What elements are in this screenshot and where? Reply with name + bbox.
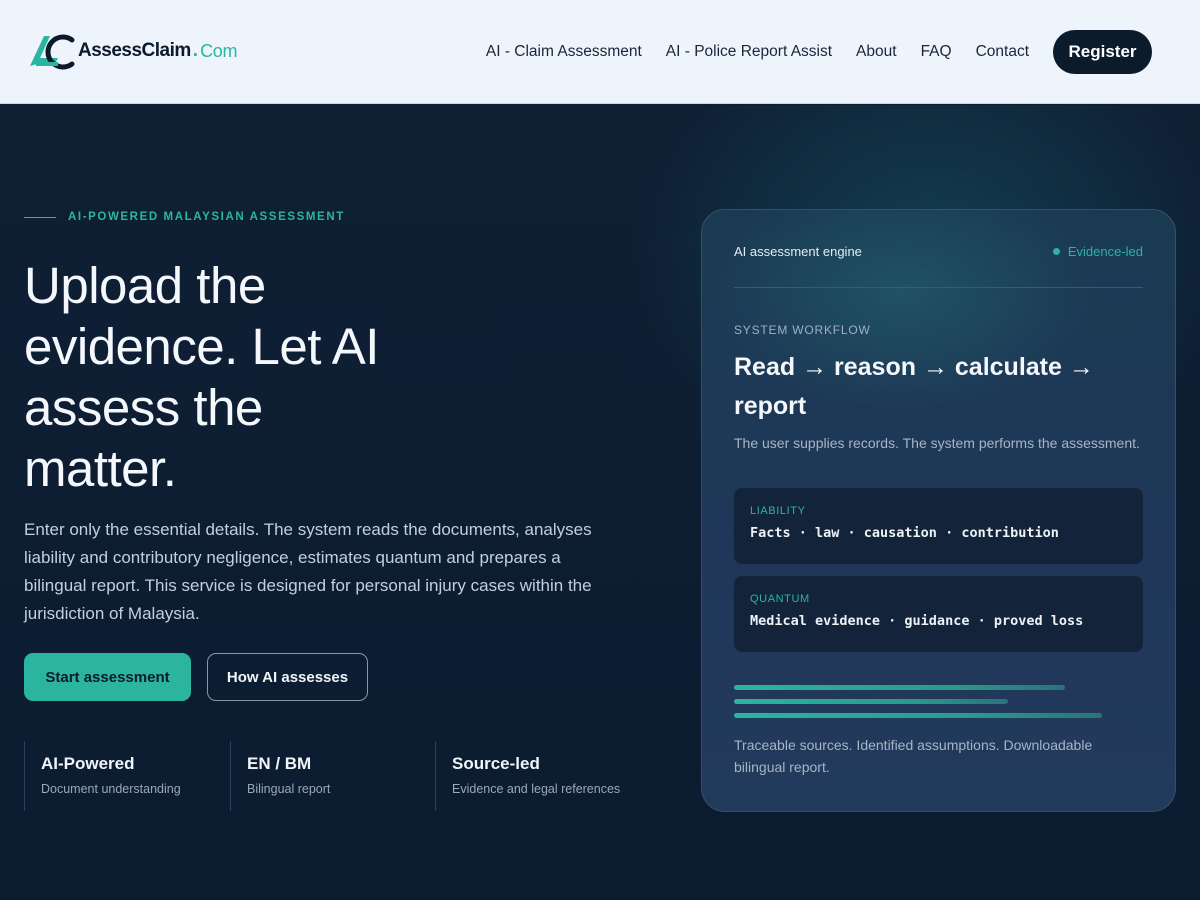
stat-subtitle: Document understanding: [41, 782, 181, 796]
nav-item-faq[interactable]: FAQ: [921, 43, 952, 61]
ac-monogram-icon: [28, 30, 82, 72]
progress-bar-1: [734, 685, 1065, 690]
status-dot-icon: [1052, 248, 1060, 255]
how-ai-assesses-button[interactable]: How AI assesses: [207, 653, 368, 701]
eyebrow-rule: [24, 216, 56, 218]
workflow-description: The user supplies records. The system pe…: [734, 435, 1140, 451]
brand-name: AssessClaim: [78, 40, 191, 61]
stat-ai-powered: AI-Powered Document understanding: [24, 741, 230, 811]
hero-eyebrow: AI-POWERED MALAYSIAN ASSESSMENT: [24, 211, 345, 223]
progress-bar-2: [734, 699, 1008, 704]
hero-headline: Upload the evidence. Let AI assess the m…: [24, 257, 379, 497]
stat-title: EN / BM: [247, 754, 312, 773]
nav-item-about[interactable]: About: [856, 43, 897, 61]
stat-title: Source-led: [452, 754, 540, 773]
brand-logo[interactable]: AssessClaim . Com: [28, 30, 237, 72]
card-header-title: AI assessment engine: [734, 244, 862, 259]
stat-subtitle: Evidence and legal references: [452, 782, 621, 796]
stat-subtitle: Bilingual report: [247, 782, 331, 796]
workflow-title: Read → reason → calculate → report: [734, 353, 1094, 420]
card-header: AI assessment engine Evidence-led: [734, 244, 1143, 259]
eyebrow-text: AI-POWERED MALAYSIAN ASSESSMENT: [68, 211, 345, 223]
progress-bar-3: [734, 713, 1102, 718]
panel-text: Facts · law · causation · contribution: [750, 525, 1059, 541]
stat-bilingual: EN / BM Bilingual report: [230, 741, 435, 811]
nav-item-contact[interactable]: Contact: [976, 43, 1029, 61]
quantum-panel: QUANTUM Medical evidence · guidance · pr…: [734, 576, 1143, 652]
stat-title: AI-Powered: [41, 754, 135, 773]
panel-label: LIABILITY: [750, 505, 806, 517]
hero-section: AI-POWERED MALAYSIAN ASSESSMENT Upload t…: [0, 105, 1200, 900]
evidence-led-badge: Evidence-led: [1052, 244, 1143, 259]
main-nav: AI - Claim Assessment AI - Police Report…: [462, 30, 1152, 74]
card-footer-text: Traceable sources. Identified assumption…: [734, 737, 1093, 775]
brand-dot: .: [192, 40, 199, 61]
stat-source-led: Source-led Evidence and legal references: [435, 741, 641, 811]
card-divider: [734, 287, 1143, 288]
site-header: AssessClaim . Com AI - Claim Assessment …: [0, 0, 1200, 104]
workflow-label: SYSTEM WORKFLOW: [734, 323, 871, 337]
assessment-engine-card: AI assessment engine Evidence-led SYSTEM…: [701, 209, 1176, 812]
panel-label: QUANTUM: [750, 593, 810, 605]
start-assessment-button[interactable]: Start assessment: [24, 653, 191, 701]
badge-label: Evidence-led: [1067, 244, 1143, 259]
nav-item-police-report-assist[interactable]: AI - Police Report Assist: [666, 43, 832, 61]
liability-panel: LIABILITY Facts · law · causation · cont…: [734, 488, 1143, 564]
panel-text: Medical evidence · guidance · proved los…: [750, 613, 1084, 629]
brand-tld: Com: [200, 40, 238, 61]
register-button[interactable]: Register: [1053, 30, 1152, 74]
nav-item-claim-assessment[interactable]: AI - Claim Assessment: [486, 43, 642, 61]
feature-stats: AI-Powered Document understanding EN / B…: [24, 741, 641, 811]
hero-description: Enter only the essential details. The sy…: [24, 520, 592, 623]
